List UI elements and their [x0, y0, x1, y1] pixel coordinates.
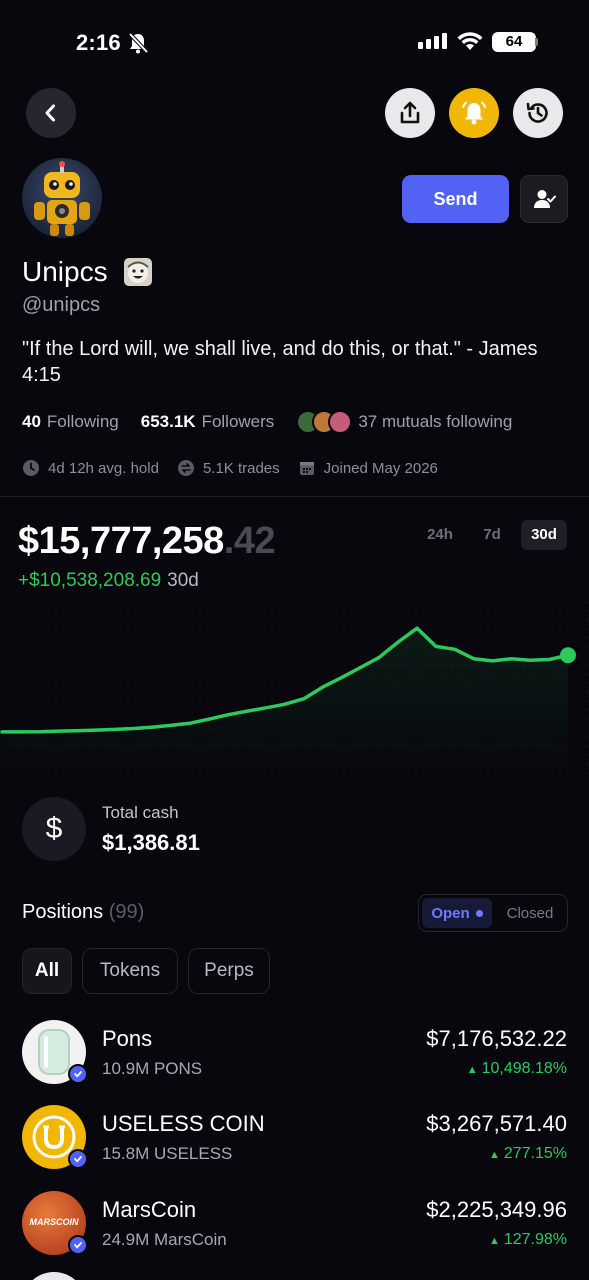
position-name: MarsCoin: [102, 1197, 197, 1222]
position-change: ▲ 277.15%: [489, 1145, 567, 1163]
back-button[interactable]: [26, 88, 76, 138]
joined-date: Joined May 2026: [323, 459, 438, 477]
share-button[interactable]: [385, 88, 435, 138]
verified-badge-icon: [68, 1235, 88, 1255]
positions-title: Positions (99): [22, 901, 144, 924]
bell-slash-icon: [128, 32, 148, 54]
verified-badge-icon: [68, 1149, 88, 1169]
cash-value: $1,386.81: [102, 830, 200, 855]
followers-count[interactable]: 653.1K: [141, 412, 196, 432]
up-arrow-icon: ▲: [466, 1064, 478, 1076]
calendar-icon: [299, 462, 314, 475]
portfolio-value-main: $15,777,258: [18, 520, 224, 562]
verified-badge-icon: [68, 1064, 88, 1084]
signal-icon: [418, 33, 447, 49]
face-emoji-icon: [124, 258, 152, 286]
cash-label: Total cash: [102, 803, 179, 822]
profile-bio: "If the Lord will, we shall live, and do…: [22, 338, 538, 386]
up-arrow-icon: ▲: [488, 1235, 500, 1247]
position-value: $2,225,349.96: [426, 1197, 567, 1222]
follow-stats: 40 Following 653.1K Followers 37 mutuals…: [22, 410, 512, 434]
open-tab[interactable]: Open: [422, 898, 492, 928]
following-label[interactable]: Following: [47, 412, 119, 432]
position-amount: 15.8M USELESS: [102, 1144, 233, 1163]
filter-all[interactable]: All: [22, 948, 72, 994]
robot-avatar-icon: [34, 161, 90, 236]
mutuals-avatars[interactable]: [296, 410, 353, 434]
filter-tokens[interactable]: Tokens: [82, 948, 178, 994]
profile-handle: @unipcs: [22, 294, 101, 316]
active-dot: [475, 909, 483, 917]
position-value: $3,267,571.40: [426, 1111, 567, 1136]
positions-label: Positions: [22, 901, 104, 923]
portfolio-value-cents: .42: [223, 520, 276, 562]
closed-tab[interactable]: Closed: [498, 898, 562, 928]
share-icon: [400, 101, 420, 124]
position-change: ▲ 10,498.18%: [467, 1060, 567, 1078]
positions-count: (99): [108, 901, 145, 923]
filter-perps[interactable]: Perps: [188, 948, 270, 994]
portfolio-chart[interactable]: [0, 600, 589, 780]
position-amount: 24.9M MarsCoin: [102, 1230, 227, 1249]
up-arrow-icon: ▲: [488, 1149, 500, 1161]
user-check-icon: [534, 190, 556, 208]
position-change-value: 10,498.18%: [481, 1060, 567, 1077]
profile-name: Unipcs: [22, 256, 108, 287]
position-amount: 10.9M PONS: [102, 1059, 203, 1078]
bell-icon: [462, 101, 486, 125]
battery-indicator: 64: [492, 32, 536, 52]
clock-icon: [23, 460, 39, 476]
following-count[interactable]: 40: [22, 412, 41, 432]
chevron-left-icon: [45, 104, 55, 122]
position-name: USELESS COIN: [102, 1111, 265, 1136]
mutuals-text[interactable]: 37 mutuals following: [358, 412, 512, 432]
notifications-button[interactable]: [449, 88, 499, 138]
mutual-avatar: [328, 410, 353, 434]
wifi-icon: [457, 32, 483, 50]
next-position-logo: [22, 1272, 86, 1280]
position-name: Pons: [102, 1026, 153, 1051]
position-row[interactable]: MARSCOIN MarsCoin 24.9M MarsCoin $2,225,…: [0, 1189, 589, 1259]
portfolio-change-amount: +$10,538,208.69: [18, 570, 162, 591]
position-row[interactable]: USELESS COIN 15.8M USELESS $3,267,571.40…: [0, 1103, 589, 1173]
section-divider: [0, 496, 589, 497]
timeframe-30d[interactable]: 30d: [521, 520, 567, 550]
position-change-value: 277.15%: [503, 1145, 567, 1162]
chart-current-point: [560, 647, 576, 664]
send-button[interactable]: Send: [402, 175, 509, 223]
position-change: ▲ 127.98%: [489, 1231, 567, 1249]
portfolio-value: $15,777,258.42: [18, 520, 276, 563]
portfolio-change-period: 30d: [167, 570, 199, 591]
history-button[interactable]: [513, 88, 563, 138]
status-time: 2:16: [76, 30, 121, 55]
dollar-icon: $: [22, 797, 86, 861]
follow-user-button[interactable]: [520, 175, 568, 223]
trades-icon: [177, 460, 194, 476]
timeframe-7d[interactable]: 7d: [472, 520, 512, 550]
avatar: [22, 158, 102, 238]
position-value: $7,176,532.22: [426, 1026, 567, 1051]
avg-hold: 4d 12h avg. hold: [48, 459, 159, 477]
open-label: Open: [431, 904, 470, 922]
trades-count: 5.1K trades: [202, 459, 280, 477]
trading-meta: 4d 12h avg. hold 5.1K trades Joined May …: [22, 459, 438, 477]
position-change-value: 127.98%: [503, 1231, 567, 1248]
position-row[interactable]: Pons 10.9M PONS $7,176,532.22 ▲ 10,498.18…: [0, 1018, 589, 1088]
battery-tip: [535, 38, 538, 46]
followers-label[interactable]: Followers: [202, 412, 275, 432]
portfolio-change: +$10,538,208.69 30d: [18, 570, 199, 592]
marscoin-logo-text: MARSCOIN: [29, 1217, 79, 1227]
history-icon: [526, 102, 548, 123]
timeframe-24h[interactable]: 24h: [418, 520, 462, 550]
